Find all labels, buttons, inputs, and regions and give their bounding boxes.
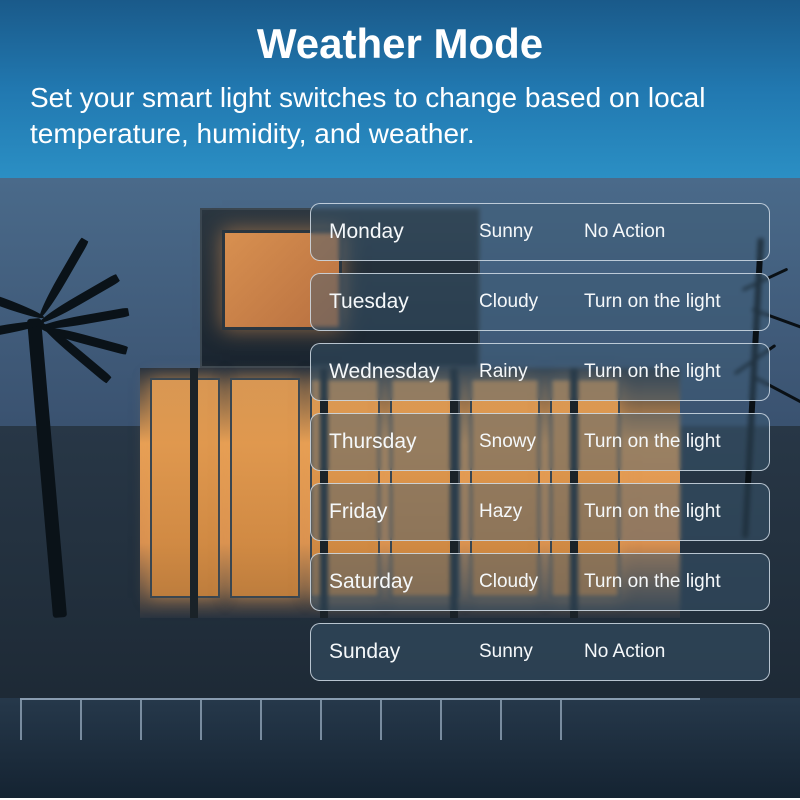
schedule-row-wednesday[interactable]: Wednesday Rainy Turn on the light: [310, 343, 770, 401]
action-label: Turn on the light: [584, 361, 751, 383]
weather-label: Cloudy: [479, 571, 584, 593]
schedule-row-saturday[interactable]: Saturday Cloudy Turn on the light: [310, 553, 770, 611]
day-label: Saturday: [329, 570, 479, 594]
main-content: Monday Sunny No Action Tuesday Cloudy Tu…: [0, 178, 800, 798]
page-title: Weather Mode: [30, 20, 770, 68]
weather-label: Hazy: [479, 501, 584, 523]
palm-tree-icon: [0, 218, 130, 618]
weather-label: Cloudy: [479, 291, 584, 313]
pool-railing: [20, 698, 700, 738]
day-label: Monday: [329, 220, 479, 244]
weather-label: Snowy: [479, 431, 584, 453]
schedule-row-tuesday[interactable]: Tuesday Cloudy Turn on the light: [310, 273, 770, 331]
day-label: Wednesday: [329, 360, 479, 384]
weather-schedule: Monday Sunny No Action Tuesday Cloudy Tu…: [310, 203, 770, 693]
day-label: Thursday: [329, 430, 479, 454]
action-label: Turn on the light: [584, 501, 751, 523]
day-label: Tuesday: [329, 290, 479, 314]
weather-label: Rainy: [479, 361, 584, 383]
page-subtitle: Set your smart light switches to change …: [30, 80, 770, 153]
action-label: No Action: [584, 221, 751, 243]
header: Weather Mode Set your smart light switch…: [0, 0, 800, 178]
schedule-row-sunday[interactable]: Sunday Sunny No Action: [310, 623, 770, 681]
schedule-row-monday[interactable]: Monday Sunny No Action: [310, 203, 770, 261]
day-label: Sunday: [329, 640, 479, 664]
action-label: Turn on the light: [584, 571, 751, 593]
action-label: Turn on the light: [584, 291, 751, 313]
schedule-row-thursday[interactable]: Thursday Snowy Turn on the light: [310, 413, 770, 471]
weather-label: Sunny: [479, 221, 584, 243]
schedule-row-friday[interactable]: Friday Hazy Turn on the light: [310, 483, 770, 541]
action-label: Turn on the light: [584, 431, 751, 453]
day-label: Friday: [329, 500, 479, 524]
weather-label: Sunny: [479, 641, 584, 663]
action-label: No Action: [584, 641, 751, 663]
